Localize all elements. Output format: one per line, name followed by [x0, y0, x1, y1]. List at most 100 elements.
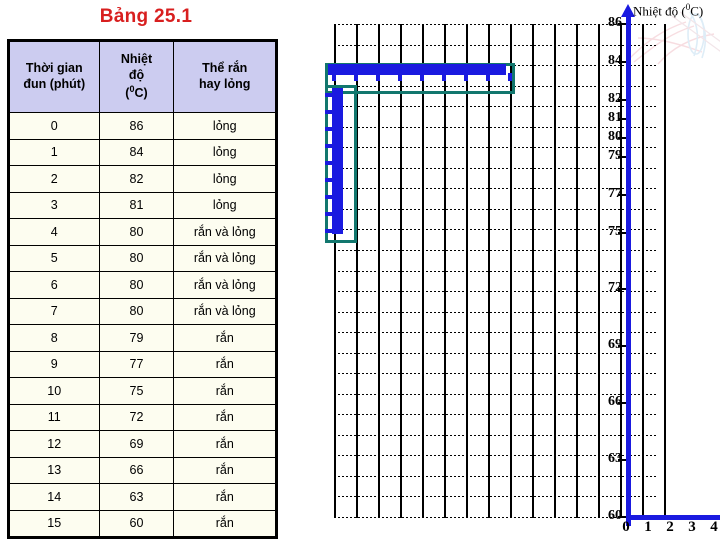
table-row: 3 81 lỏng: [8, 191, 277, 219]
cell-temperature: 72: [98, 403, 175, 431]
cell-state: rắn và lỏng: [173, 244, 277, 272]
ruler-tick: [325, 161, 334, 165]
y-tick-label: 75: [608, 223, 622, 239]
cell-temperature: 82: [98, 165, 175, 193]
y-tick-label: 86: [608, 15, 622, 30]
table-row: 11 72 rắn: [8, 403, 277, 431]
grid-hline: [334, 45, 656, 46]
grid-hline: [334, 312, 656, 313]
ruler-tick: [398, 73, 402, 81]
table-row: 13 66 rắn: [8, 456, 277, 484]
cell-state: rắn: [173, 377, 277, 405]
table-row: 5 80 rắn và lỏng: [8, 244, 277, 272]
cell-state: rắn: [173, 509, 277, 538]
ruler-tick: [325, 229, 334, 233]
table-row: 8 79 rắn: [8, 324, 277, 352]
table-row: 7 80 rắn và lỏng: [8, 297, 277, 325]
cell-state: rắn và lỏng: [173, 271, 277, 299]
chart-panel: Nhiệt độ (0C) Thời gian (phút) 868482818…: [292, 0, 720, 540]
column-header-temperature-line2: độ: [128, 68, 145, 83]
cell-state: rắn: [173, 403, 277, 431]
ruler-tick: [325, 195, 334, 199]
cell-state: rắn: [173, 456, 277, 484]
column-header-time-line1: Thời gian: [25, 61, 83, 76]
cell-state: lỏng: [173, 191, 277, 219]
y-tick-label: 79: [608, 147, 622, 163]
ruler-tick: [325, 212, 334, 216]
cell-time: 7: [8, 297, 100, 325]
cell-time: 12: [8, 430, 100, 458]
cell-temperature: 80: [98, 218, 175, 246]
grid-hline: [334, 209, 656, 210]
cell-temperature: 75: [98, 377, 175, 405]
y-tick-label: 84: [608, 52, 622, 68]
table-body: 0 86 lỏng 1 84 lỏng 2 82 lỏng 3 81 lỏng 4 80 rắn và lỏ…: [8, 112, 277, 538]
y-tick-mark: [618, 516, 626, 518]
table-row: 9 77 rắn: [8, 350, 277, 378]
grid-hline: [334, 332, 656, 333]
table-row: 0 86 lỏng: [8, 112, 277, 140]
table-row: 15 60 rắn: [8, 509, 277, 538]
cell-temperature: 77: [98, 350, 175, 378]
table-panel: Bảng 25.1 Thời gian đun (phút) Nhiệt độ …: [0, 0, 292, 540]
ruler-tick: [464, 73, 468, 81]
ruler-tick: [325, 144, 334, 148]
cell-temperature: 80: [98, 271, 175, 299]
y-tick-label: 77: [608, 185, 622, 201]
y-tick-mark: [618, 60, 626, 63]
unit-celsius: C): [134, 85, 148, 100]
grid-hline: [334, 373, 656, 374]
y-tick-mark: [618, 117, 626, 120]
cell-time: 15: [8, 509, 100, 538]
y-axis-title-text: Nhiệt độ: [633, 3, 679, 19]
y-tick-label: 63: [608, 451, 622, 467]
cell-state: lỏng: [173, 138, 277, 166]
table-title: Bảng 25.1: [99, 6, 193, 27]
column-header-time-line2: đun (phút): [23, 77, 86, 91]
cell-temperature: 80: [98, 244, 175, 272]
y-tick-mark: [618, 402, 626, 405]
cell-temperature: 60: [98, 509, 175, 538]
cell-state: rắn và lỏng: [173, 218, 277, 246]
y-axis-unit-rest: C): [690, 3, 704, 19]
column-header-temperature-line1: Nhiệt: [120, 52, 153, 67]
grid-hline: [334, 496, 656, 497]
column-header-time: Thời gian đun (phút): [8, 40, 100, 113]
column-header-temperature: Nhiệt độ (0C): [98, 40, 175, 113]
cell-time: 3: [8, 191, 100, 219]
column-header-temperature-unit: (0C): [100, 84, 174, 102]
table-row: 2 82 lỏng: [8, 165, 277, 193]
heating-data-table: Thời gian đun (phút) Nhiệt độ (0C) Thể r…: [7, 39, 278, 539]
ruler-tick: [325, 110, 334, 114]
y-tick-mark: [618, 136, 626, 139]
cell-time: 1: [8, 138, 100, 166]
cell-state: rắn: [173, 324, 277, 352]
cell-time: 0: [8, 112, 100, 140]
grid-hline: [334, 168, 656, 169]
y-tick-mark: [618, 155, 626, 158]
y-tick-mark: [618, 193, 626, 196]
ruler-tick: [325, 127, 334, 131]
table-row: 12 69 rắn: [8, 430, 277, 458]
cell-time: 10: [8, 377, 100, 405]
table-row: 10 75 rắn: [8, 377, 277, 405]
y-tick-label: 82: [608, 90, 622, 106]
cell-temperature: 79: [98, 324, 175, 352]
y-tick-mark: [618, 231, 626, 234]
y-axis-line: [626, 14, 631, 526]
grid-hline: [334, 271, 656, 272]
cell-time: 4: [8, 218, 100, 246]
ruler-tick: [486, 73, 490, 81]
y-tick-mark: [618, 288, 626, 291]
table-row: 4 80 rắn và lỏng: [8, 218, 277, 246]
ruler-tick: [420, 73, 424, 81]
cell-temperature: 63: [98, 483, 175, 511]
cell-temperature: 86: [98, 112, 175, 140]
ruler-tick: [332, 73, 336, 81]
y-tick-label: 69: [608, 337, 622, 353]
ruler-tick: [508, 73, 512, 81]
y-tick-mark: [618, 98, 626, 101]
x-tick-label: 0: [622, 519, 630, 535]
cell-time: 5: [8, 244, 100, 272]
x-tick-label: 3: [688, 519, 696, 535]
